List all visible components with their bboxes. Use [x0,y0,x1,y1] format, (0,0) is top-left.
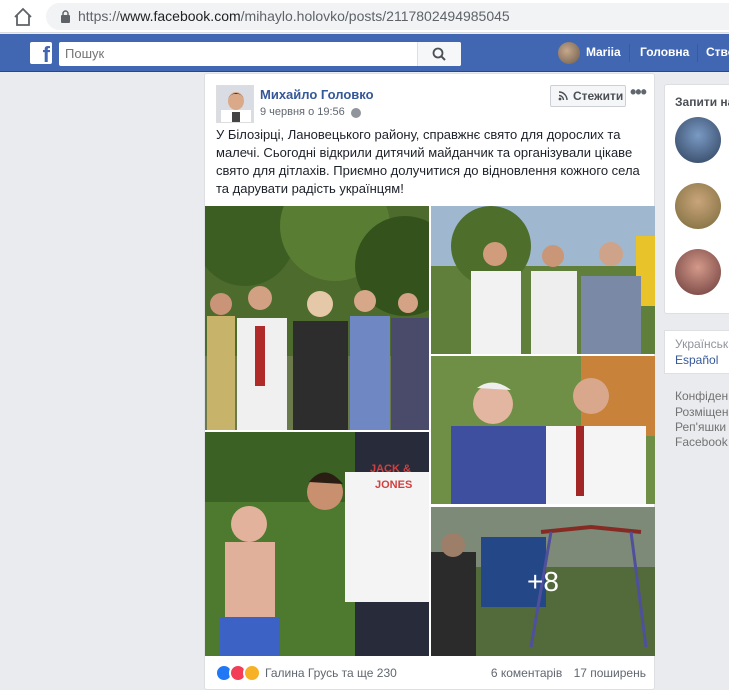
search-input[interactable] [65,46,405,61]
post-photo[interactable]: JACK & JONES [205,432,429,656]
globe-icon [351,108,361,118]
post-photo[interactable] [431,356,655,504]
avatar[interactable] [675,117,721,163]
shirt-text: JONES [375,479,412,491]
footer-link[interactable]: Розміщен [675,405,728,419]
nav-home-link[interactable]: Головна [640,45,689,59]
language-link[interactable]: Español [675,353,718,367]
haha-reaction-icon[interactable] [243,664,261,682]
author-photo [217,86,253,122]
address-bar[interactable]: https://www.facebook.com/mihaylo.holovko… [46,3,729,30]
footer-link[interactable]: Реп'яшки [675,420,726,434]
comments-count[interactable]: 6 коментарів [491,666,562,680]
post-photo-more[interactable]: +8 [431,507,655,656]
friend-requests-title: Запити на [675,95,729,109]
language-current: Українська [675,337,729,351]
follow-button[interactable]: Стежити [550,85,626,107]
search-button[interactable] [417,42,461,66]
avatar[interactable] [675,249,721,295]
friend-requests-panel: Запити на [664,84,729,314]
language-panel: Українська Español [664,330,729,374]
post-author-name[interactable]: Михайло Головко [260,87,374,102]
follow-button-label: Стежити [573,89,624,103]
search-box[interactable] [59,42,461,66]
boy-handshake-photo: JACK & JONES [205,432,429,656]
handshake-photo [431,356,655,504]
avatar [558,42,580,64]
post-card: Михайло Головко 9 червня о 19:56 Стежити… [204,73,655,690]
nav-divider [629,44,630,62]
post-photo[interactable] [431,206,655,354]
home-icon[interactable] [12,6,34,28]
nav-create-link[interactable]: Ство [706,45,729,59]
lock-icon[interactable] [60,10,71,23]
nav-user-name: Mariia [586,45,621,59]
footer-link[interactable]: Конфіден [675,389,728,403]
facebook-logo-icon[interactable]: f [30,42,52,64]
shares-count[interactable]: 17 поширень [574,666,646,680]
post-text: У Білозірці, Лановецького району, справж… [216,127,640,196]
reactions-bar: Галина Грусь та ще 230 6 коментарів 17 п… [215,664,646,684]
browser-toolbar: https://www.facebook.com/mihaylo.holovko… [0,0,729,33]
post-stats: 6 коментарів 17 поширень [483,666,646,680]
avatar[interactable] [675,183,721,229]
facebook-header: f Mariia Головна Ство [0,34,729,72]
more-photos-count[interactable]: +8 [431,507,655,656]
footer-link[interactable]: Facebook [675,435,728,449]
rss-icon [558,91,568,101]
group-photo [205,206,429,430]
post-timestamp[interactable]: 9 червня о 19:56 [260,106,345,118]
men-talking-photo [431,206,655,354]
reactions-names[interactable]: Галина Грусь та ще 230 [265,666,397,680]
more-options-icon[interactable]: ••• [630,82,647,103]
post-photo[interactable] [205,206,429,430]
search-icon [432,47,446,61]
url-text[interactable]: https://www.facebook.com/mihaylo.holovko… [78,8,510,24]
author-avatar[interactable] [216,85,254,123]
nav-divider [697,44,698,62]
shirt-text: JACK & [370,463,411,475]
